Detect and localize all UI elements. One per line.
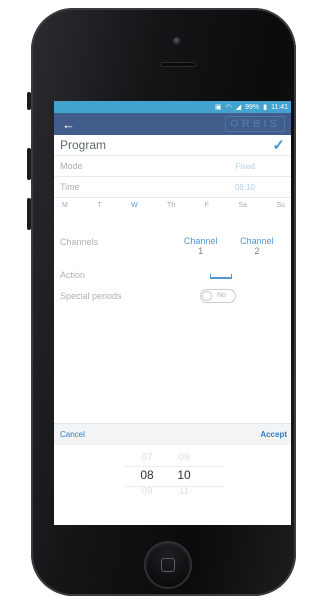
home-square-icon [161, 558, 175, 572]
minute-selected: 10 [177, 468, 191, 482]
phone-screen: ▣ ◠ ◢ 99% ▮ 11:41 ← ORBIS Program ✓ Mode… [54, 101, 291, 525]
minute-next: 11 [178, 486, 190, 497]
minute-wheel[interactable]: 09 10 11 [169, 450, 199, 500]
cancel-button[interactable]: Cancel [60, 430, 85, 439]
picker-toolbar: Cancel Accept [54, 423, 291, 445]
home-button[interactable] [144, 541, 192, 589]
accept-button[interactable]: Accept [260, 430, 287, 439]
hour-next: 09 [141, 486, 153, 497]
hour-wheel[interactable]: 07 08 09 [132, 450, 162, 500]
time-picker: 07 08 09 09 10 11 [54, 445, 291, 525]
volume-up-button [27, 148, 31, 180]
volume-down-button [27, 198, 31, 230]
mute-switch [27, 92, 31, 110]
hour-selected: 08 [140, 468, 154, 482]
hour-prev: 07 [141, 452, 153, 463]
minute-prev: 09 [178, 452, 190, 463]
picker-overlay [54, 101, 291, 423]
front-camera [173, 37, 181, 45]
earpiece-speaker [160, 62, 196, 67]
